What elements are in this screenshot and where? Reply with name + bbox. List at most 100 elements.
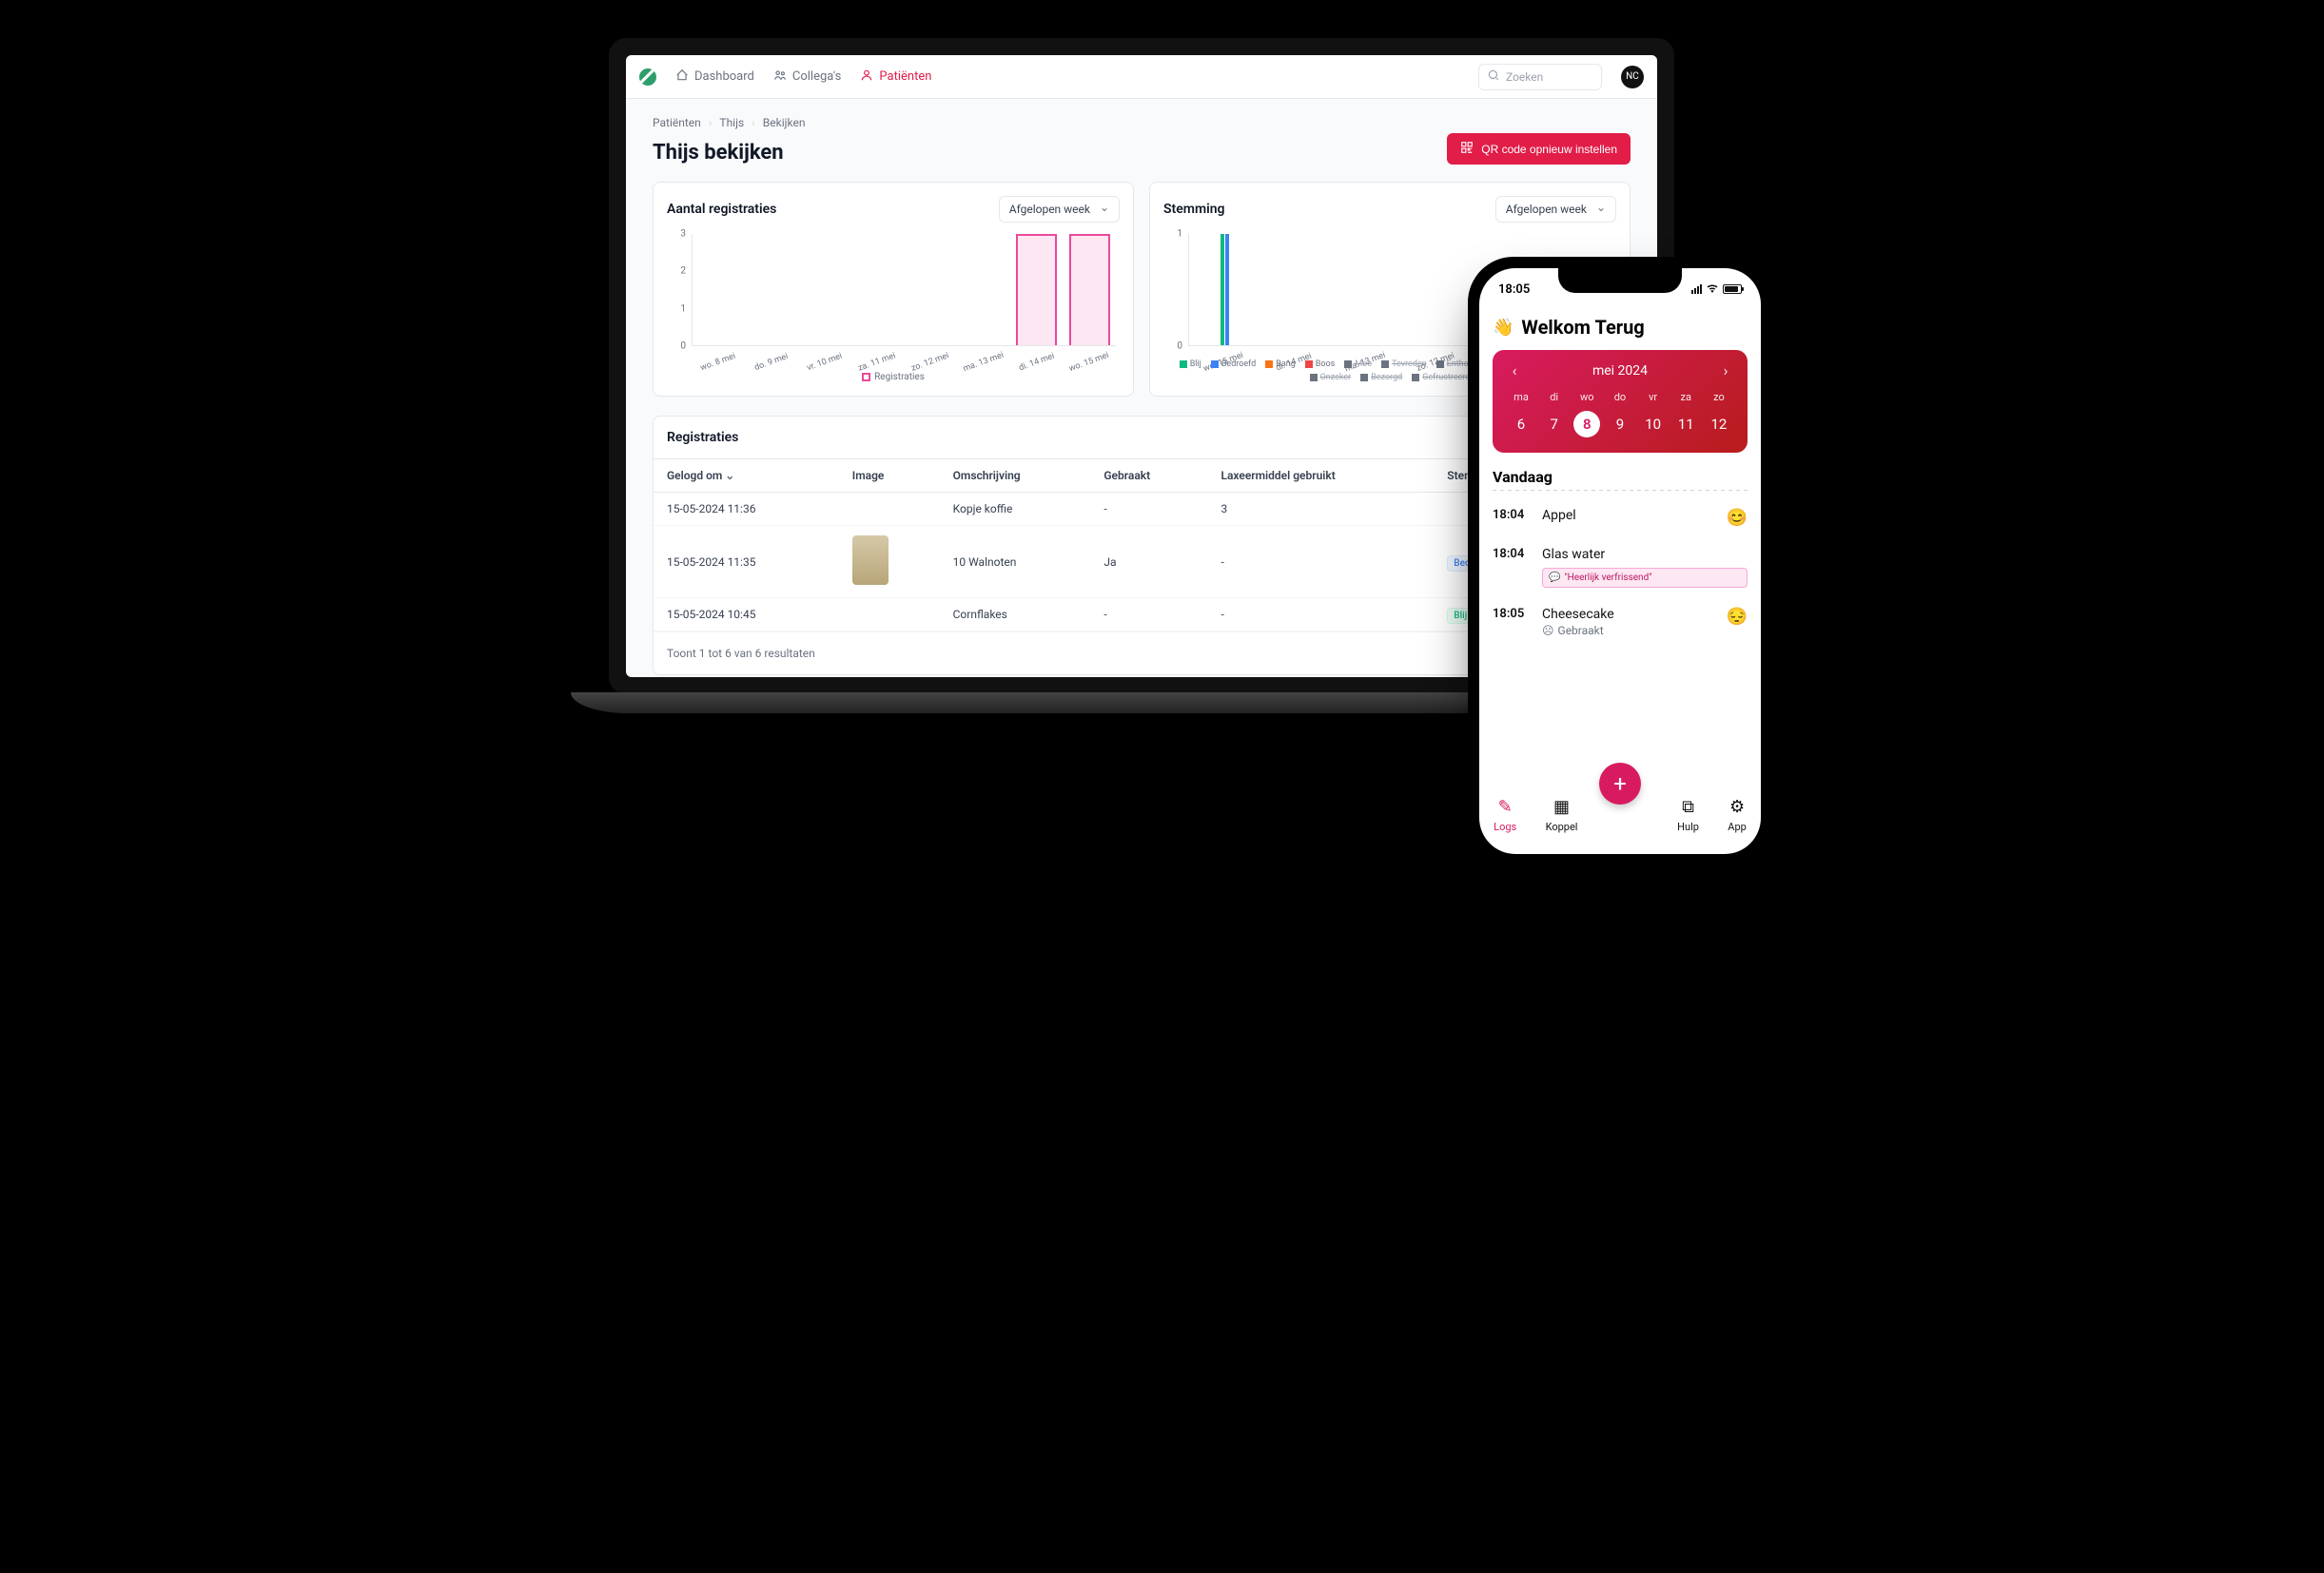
calendar-col[interactable]: za 11 — [1670, 391, 1701, 437]
col-image[interactable]: Image — [839, 459, 940, 493]
qr-reset-button[interactable]: QR code opnieuw instellen — [1447, 133, 1631, 165]
legend-label: Bedroefd — [1221, 359, 1256, 369]
dow-label: di — [1550, 391, 1558, 403]
nav-dashboard[interactable]: Dashboard — [675, 68, 754, 86]
day-number[interactable]: 11 — [1672, 411, 1699, 437]
nav-hulp[interactable]: ⧉ Hulp — [1677, 797, 1699, 833]
nav-logs[interactable]: ✎ Logs — [1494, 797, 1516, 833]
legend-item[interactable]: Blij — [1180, 359, 1201, 369]
legend-label: Registraties — [874, 372, 925, 382]
bar-group — [1330, 234, 1400, 345]
day-number[interactable]: 8 — [1573, 411, 1600, 437]
prev-month-button[interactable]: ‹ — [1506, 361, 1523, 379]
cell-vomit: Ja — [1090, 526, 1207, 598]
cell-image — [839, 526, 940, 598]
range-select[interactable]: Afgelopen week — [1495, 196, 1616, 223]
legend-swatch — [1381, 360, 1389, 368]
legend-label: Gefrustreerd — [1422, 373, 1470, 382]
next-month-button[interactable]: › — [1717, 361, 1734, 379]
search-icon — [1487, 68, 1500, 85]
registrations-chart-card: Aantal registraties Afgelopen week 0123 … — [653, 182, 1134, 397]
dow-label: do — [1614, 391, 1626, 403]
log-item[interactable]: 18:05Cheesecake☹ Gebraakt😔 — [1493, 597, 1748, 647]
day-number[interactable]: 12 — [1706, 411, 1732, 437]
search-input[interactable]: Zoeken — [1478, 64, 1602, 90]
log-item[interactable]: 18:04Glas water💬 "Heerlijk verfrissend" — [1493, 537, 1748, 597]
divider — [1493, 490, 1748, 491]
dow-label: za — [1681, 391, 1691, 403]
bar — [1016, 234, 1057, 345]
y-tick: 1 — [667, 303, 686, 314]
legend-label: Blij — [1190, 359, 1201, 369]
col-logged[interactable]: Gelogd om — [654, 459, 839, 493]
log-content: Appel — [1542, 508, 1715, 523]
nav-patients-label: Patiënten — [879, 69, 931, 84]
pencil-icon: ✎ — [1498, 797, 1513, 817]
registrations-chart: 0123 wo. 8 meido. 9 meivr. 10 meiza. 11 … — [667, 230, 1120, 382]
nav-logs-label: Logs — [1494, 821, 1516, 833]
legend-item[interactable]: Boos — [1305, 359, 1336, 369]
nav-patients[interactable]: Patiënten — [860, 68, 931, 86]
legend-item[interactable]: Bedroefd — [1211, 359, 1256, 369]
calendar-col[interactable]: vr10 — [1638, 391, 1669, 437]
day-number[interactable]: 6 — [1508, 411, 1534, 437]
sad-icon: ☹ — [1542, 624, 1554, 637]
legend-item[interactable]: Gefrustreerd — [1412, 373, 1470, 382]
day-number[interactable]: 7 — [1541, 411, 1568, 437]
chevron-right-icon: › — [752, 116, 755, 129]
cell-desc: Cornflakes — [940, 598, 1091, 631]
y-tick: 3 — [667, 229, 686, 240]
legend-item[interactable]: Onzeker — [1310, 373, 1352, 382]
legend-item[interactable]: Bezorgd — [1360, 373, 1402, 382]
nav-koppel[interactable]: ▦ Koppel — [1546, 797, 1578, 833]
card-title: Aantal registraties — [667, 202, 776, 217]
day-number[interactable]: 9 — [1607, 411, 1633, 437]
bar-group — [1189, 234, 1260, 345]
crumb-thijs[interactable]: Thijs — [719, 116, 744, 129]
phone-screen: 18:05 👋 Welkom Terug ‹ mei — [1479, 268, 1761, 854]
book-icon: ⧉ — [1682, 797, 1694, 817]
col-desc[interactable]: Omschrijving — [940, 459, 1091, 493]
legend-label: Onzeker — [1320, 373, 1352, 382]
range-select[interactable]: Afgelopen week — [999, 196, 1120, 223]
legend-label: Bang — [1276, 359, 1296, 369]
calendar-col[interactable]: do 9 — [1605, 391, 1635, 437]
legend-label: Moe — [1355, 359, 1372, 369]
user-avatar[interactable]: NC — [1621, 66, 1644, 88]
y-tick: 2 — [667, 266, 686, 277]
brand-logo[interactable] — [639, 68, 656, 86]
log-title: Cheesecake — [1542, 607, 1715, 622]
col-lax[interactable]: Laxeermiddel gebruikt — [1207, 459, 1434, 493]
legend-swatch — [1305, 360, 1313, 368]
legend-swatch — [1344, 360, 1352, 368]
legend-item[interactable]: Bang — [1265, 359, 1296, 369]
cell-logged: 15-05-2024 11:36 — [654, 493, 839, 526]
nav-colleagues[interactable]: Collega's — [773, 68, 842, 86]
legend-item[interactable]: Moe — [1344, 359, 1372, 369]
calendar-widget: ‹ mei 2024 › ma6di7wo8do9vr10za11zo12 — [1493, 350, 1748, 453]
legend-swatch — [1412, 374, 1419, 381]
search-placeholder: Zoeken — [1506, 70, 1543, 84]
calendar-col[interactable]: wo8 — [1572, 391, 1602, 437]
cell-image — [839, 493, 940, 526]
log-time: 18:04 — [1493, 547, 1531, 561]
calendar-col[interactable]: ma6 — [1506, 391, 1536, 437]
col-vomit[interactable]: Gebraakt — [1090, 459, 1207, 493]
page-title: Thijs bekijken — [653, 141, 784, 165]
log-item[interactable]: 18:04Appel😊 — [1493, 498, 1748, 537]
legend-item[interactable]: Tevreden — [1381, 359, 1427, 369]
log-content: Cheesecake☹ Gebraakt — [1542, 607, 1715, 637]
today-heading: Vandaag — [1493, 468, 1748, 486]
y-tick: 0 — [1163, 341, 1182, 352]
battery-icon — [1723, 284, 1742, 294]
calendar-col[interactable]: zo12 — [1704, 391, 1734, 437]
day-number[interactable]: 10 — [1640, 411, 1667, 437]
calendar-col[interactable]: di 7 — [1539, 391, 1570, 437]
nav-app[interactable]: ⚙ App — [1728, 797, 1747, 833]
y-tick: 0 — [667, 341, 686, 352]
add-log-button[interactable]: + — [1599, 763, 1641, 805]
legend-swatch — [1265, 360, 1273, 368]
home-icon — [675, 68, 689, 86]
crumb-patients[interactable]: Patiënten — [653, 116, 701, 129]
log-title: Appel — [1542, 508, 1715, 523]
